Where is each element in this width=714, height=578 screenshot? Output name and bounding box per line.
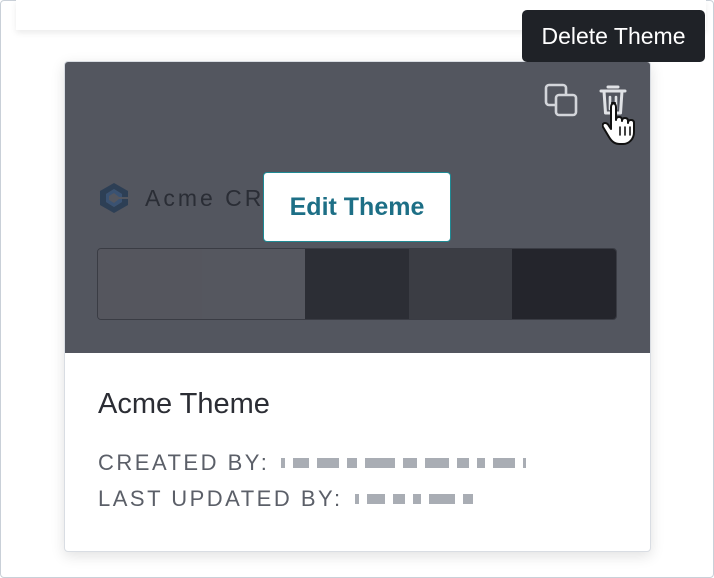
- created-by-row: CREATED BY:: [98, 445, 630, 481]
- palette-swatch: [201, 249, 306, 319]
- delete-theme-tooltip: Delete Theme: [522, 10, 705, 62]
- theme-preview: Acme CR Edit Theme: [65, 62, 650, 353]
- palette-swatch: [408, 249, 513, 319]
- brand-logo-text: Acme CR: [145, 184, 265, 211]
- copy-button[interactable]: [543, 82, 579, 118]
- palette-swatch: [512, 249, 616, 319]
- last-updated-by-row: LAST UPDATED BY:: [98, 481, 630, 517]
- last-updated-by-label: LAST UPDATED BY:: [98, 486, 343, 511]
- color-palette: [97, 248, 617, 320]
- theme-name: Acme Theme: [98, 388, 270, 420]
- hand-cursor-icon: [602, 102, 635, 145]
- brand-logo: Acme CR: [97, 180, 264, 216]
- palette-swatch: [98, 249, 202, 319]
- redacted-author: [281, 458, 527, 468]
- copy-icon: [544, 83, 578, 117]
- redacted-updater: [354, 494, 473, 504]
- theme-card: Acme CR Edit Theme Acme Theme CREATED BY…: [64, 61, 651, 552]
- palette-swatch: [305, 249, 409, 319]
- theme-info: Acme Theme CREATED BY: LAST UPDATED BY:: [98, 388, 630, 517]
- edit-theme-button[interactable]: Edit Theme: [263, 172, 451, 242]
- created-by-label: CREATED BY:: [98, 450, 270, 475]
- logo-mark-icon: [100, 183, 128, 213]
